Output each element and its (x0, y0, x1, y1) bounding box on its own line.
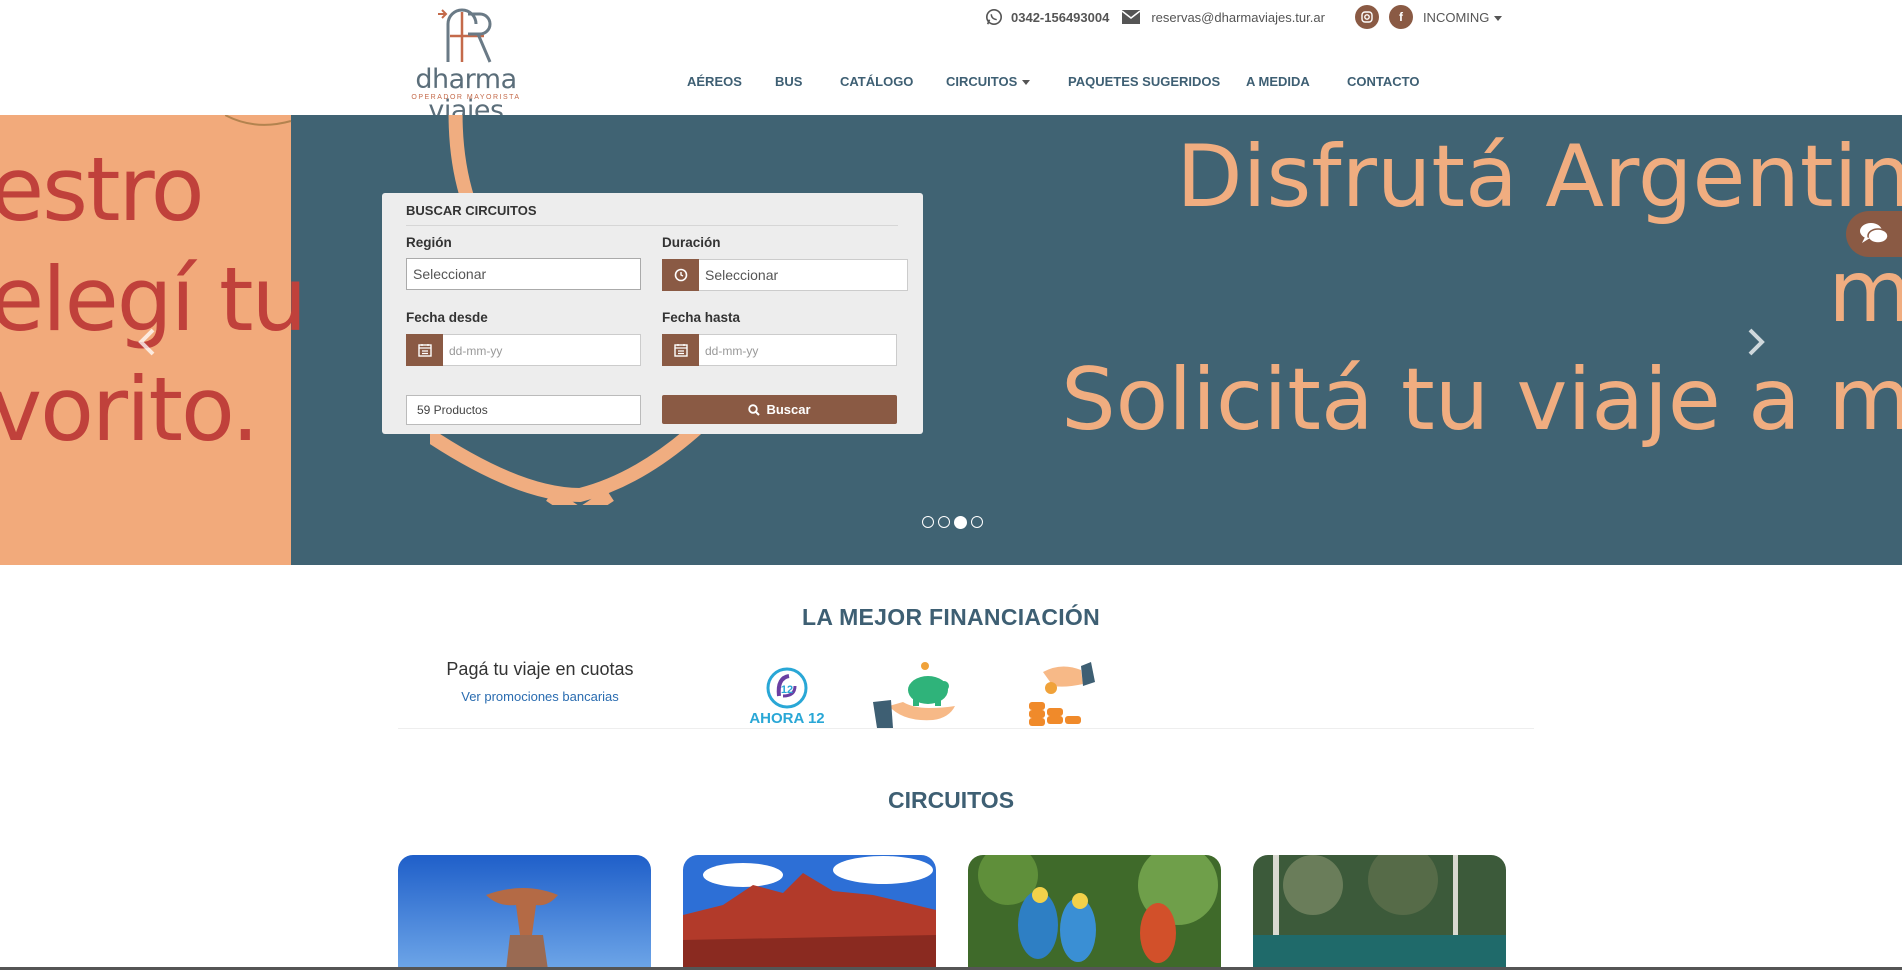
hero-right-line: m (1828, 242, 1902, 342)
bank-promotions-link[interactable]: Ver promociones bancarias (420, 689, 660, 704)
nav-item-contacto[interactable]: CONTACTO (1347, 74, 1419, 89)
nav-item-bus[interactable]: BUS (775, 74, 802, 89)
clock-icon (662, 259, 699, 291)
hero-right-line: Disfrutá Argentin (1176, 127, 1902, 227)
contact-bar: 0342-156493004 reservas@dharmaviajes.tur… (985, 5, 1503, 29)
phone-link[interactable]: 0342-156493004 (1011, 10, 1109, 25)
caret-down-icon (1494, 15, 1503, 21)
nav-item-a-medida[interactable]: A MEDIDA (1246, 74, 1310, 89)
incoming-dropdown[interactable]: INCOMING (1422, 9, 1503, 25)
hero-right-line: Solicitá tu viaje a m (1061, 350, 1902, 450)
circuits-title: CIRCUITOS (887, 787, 1015, 813)
circuit-card[interactable] (968, 855, 1221, 970)
mail-icon (1121, 10, 1141, 24)
carousel-indicators (922, 516, 987, 529)
circuit-card-image (1253, 855, 1506, 970)
fecha-hasta-label: Fecha hasta (662, 310, 741, 325)
search-circuits-panel: BUSCAR CIRCUITOS Región Seleccionar Dura… (382, 193, 923, 434)
nav-item-circuitos[interactable]: CIRCUITOS (946, 74, 1031, 89)
fecha-desde-input[interactable]: dd-mm-yy (443, 334, 641, 366)
decorative-swirl-icon (225, 115, 292, 126)
piggy-bank-hand-icon (873, 662, 955, 728)
chat-icon (1860, 223, 1889, 244)
facebook-icon[interactable]: f (1388, 5, 1413, 29)
duracion-select-group: Seleccionar (662, 259, 908, 291)
carousel-dot[interactable] (971, 516, 983, 528)
circuit-card[interactable] (1253, 855, 1506, 970)
search-icon (748, 403, 761, 416)
nav-item-catalogo[interactable]: CATÁLOGO (840, 74, 913, 89)
coins-hand-icon (1029, 662, 1095, 726)
region-select[interactable]: Seleccionar (406, 258, 641, 290)
ahora12-icon: 12 (766, 667, 808, 709)
whatsapp-icon (985, 8, 1003, 26)
nav-item-paquetes[interactable]: PAQUETES SUGERIDOS (1068, 74, 1220, 89)
region-label: Región (406, 235, 452, 250)
duracion-label: Duración (662, 235, 721, 250)
carousel-prev-icon[interactable] (135, 327, 159, 357)
circuit-card-image (968, 855, 1221, 970)
carousel-dot-active[interactable] (954, 516, 967, 529)
instagram-icon[interactable] (1354, 5, 1379, 29)
hero-left-text: estro elegí tu vorito. (0, 135, 307, 465)
circuit-card-image (398, 855, 651, 970)
brand-tagline: OPERADOR MAYORISTA (411, 94, 521, 101)
search-button-label: Buscar (766, 402, 811, 417)
ahora12-logo: 12 AHORA 12 (745, 666, 829, 728)
hero-carousel: estro elegí tu vorito. Disfrutá Argentin… (0, 115, 1902, 565)
duracion-select[interactable]: Seleccionar (699, 259, 908, 291)
circuit-card[interactable] (398, 855, 651, 970)
svg-text:12: 12 (781, 684, 793, 696)
chat-button[interactable] (1846, 211, 1902, 257)
hero-right-text: Disfrutá Argentin m Solicitá tu viaje a … (1061, 120, 1902, 450)
site-header: dharma viajes OPERADOR MAYORISTA 0342-15… (0, 0, 1902, 126)
carousel-dot[interactable] (922, 516, 934, 528)
calendar-icon (662, 334, 699, 366)
carousel-next-icon[interactable] (1744, 327, 1768, 357)
fecha-hasta-input[interactable]: dd-mm-yy (699, 334, 897, 366)
circuit-card[interactable] (683, 855, 936, 970)
carousel-dot[interactable] (938, 516, 950, 528)
product-count: 59 Productos (406, 395, 641, 425)
search-button[interactable]: Buscar (662, 395, 897, 424)
fecha-desde-label: Fecha desde (406, 310, 488, 325)
fecha-hasta-group: dd-mm-yy (662, 334, 897, 366)
hero-left-line: estro (0, 138, 205, 241)
fecha-desde-group: dd-mm-yy (406, 334, 641, 366)
ahora12-label: AHORA 12 (749, 710, 825, 727)
section-divider (398, 728, 1534, 729)
financing-title: LA MEJOR FINANCIACIÓN (801, 604, 1101, 630)
search-title: BUSCAR CIRCUITOS (406, 203, 898, 226)
nav-item-circuitos-label: CIRCUITOS (946, 74, 1018, 89)
nav-item-aereos[interactable]: AÉREOS (687, 74, 742, 89)
circuit-card-image (683, 855, 936, 970)
main-nav: AÉREOS BUS CATÁLOGO CIRCUITOS PAQUETES S… (0, 74, 1902, 94)
logo-mark-icon (438, 8, 492, 63)
caret-down-icon (1022, 80, 1031, 86)
hero-left-line: vorito. (0, 358, 259, 461)
incoming-label: INCOMING (1422, 9, 1490, 25)
financing-subtitle: Pagá tu viaje en cuotas (446, 659, 634, 679)
calendar-icon (406, 334, 443, 366)
email-link[interactable]: reservas@dharmaviajes.tur.ar (1151, 10, 1325, 25)
